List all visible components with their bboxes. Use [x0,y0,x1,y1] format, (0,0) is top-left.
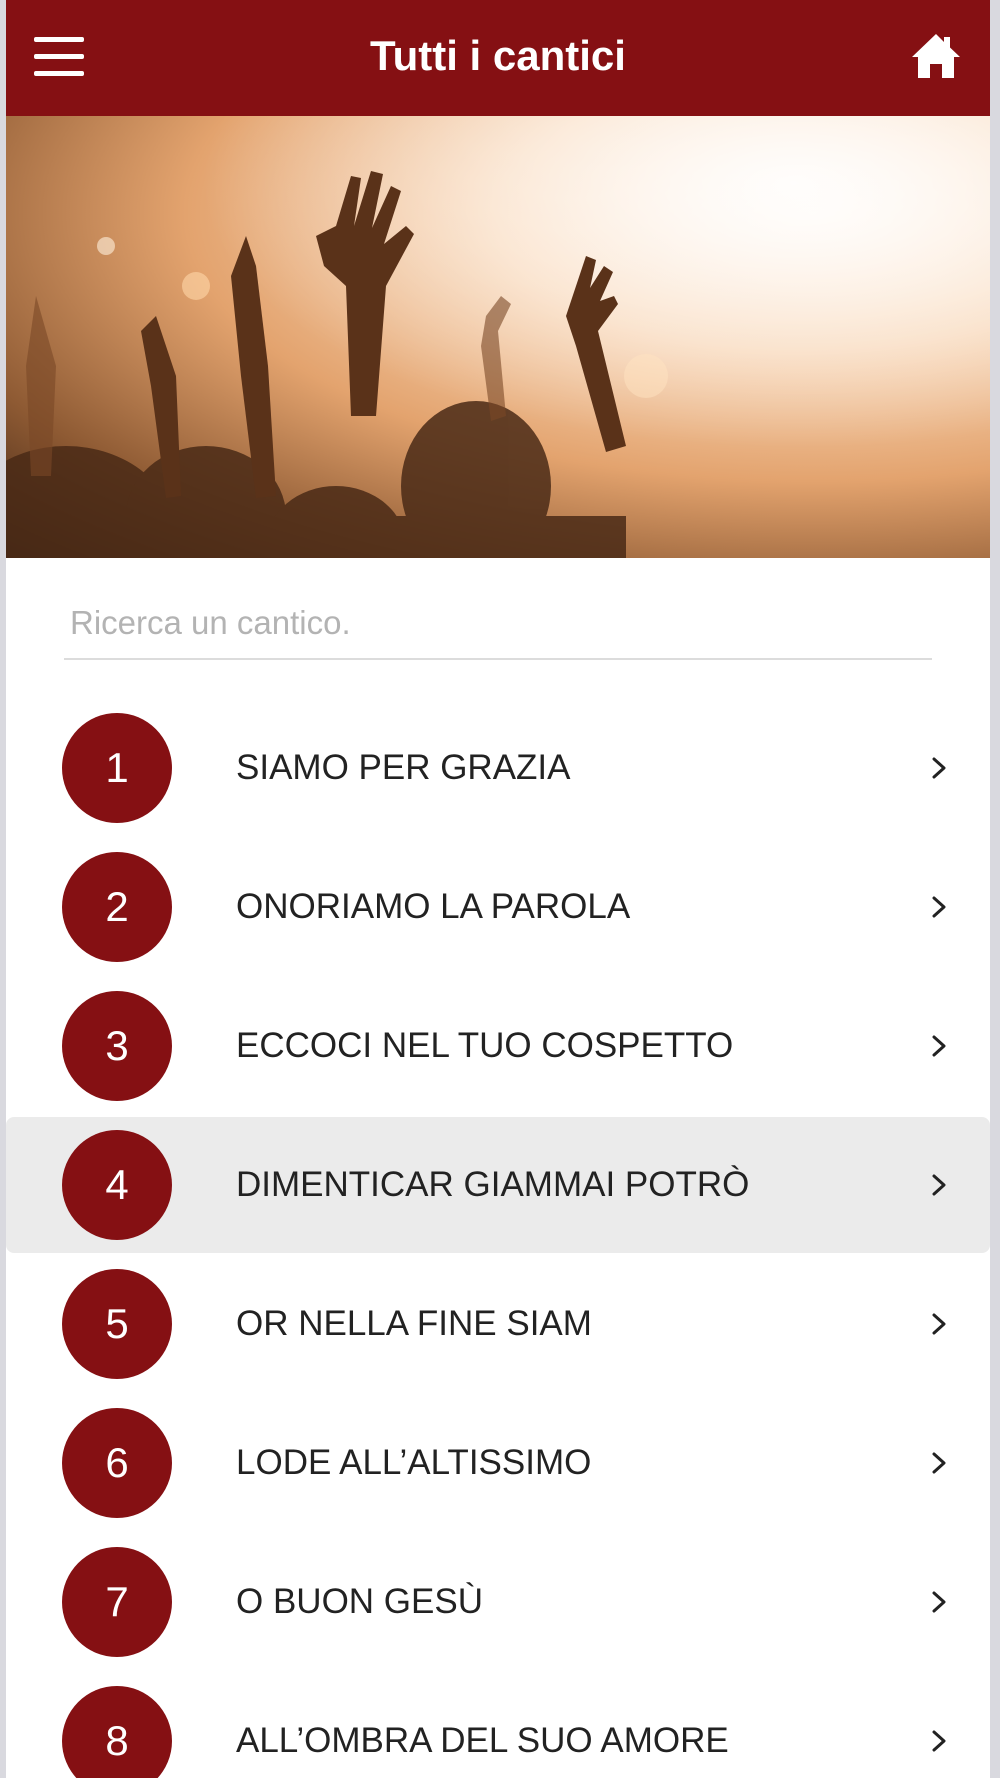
song-number-badge: 4 [62,1130,172,1240]
search-input[interactable] [64,592,932,654]
list-item[interactable]: 5 OR NELLA FINE SIAM [6,1256,990,1392]
chevron-right-icon [932,1730,946,1752]
chevron-right-icon [932,1313,946,1335]
chevron-right-icon [932,1452,946,1474]
song-number-badge: 5 [62,1269,172,1379]
list-item[interactable]: 1 SIAMO PER GRAZIA [6,700,990,836]
song-title: SIAMO PER GRAZIA [236,748,571,787]
song-number-badge: 1 [62,713,172,823]
chevron-right-icon [932,757,946,779]
list-item[interactable]: 3 ECCOCI NEL TUO COSPETTO [6,978,990,1114]
top-navigation-bar: Tutti i cantici [6,0,990,116]
song-title: O BUON GESÙ [236,1582,483,1621]
chevron-right-icon [932,1174,946,1196]
list-item[interactable]: 7 O BUON GESÙ [6,1534,990,1670]
song-title: ALL’OMBRA DEL SUO AMORE [236,1721,729,1760]
song-number-badge: 6 [62,1408,172,1518]
song-number-badge: 3 [62,991,172,1101]
chevron-right-icon [932,1591,946,1613]
song-number-badge: 2 [62,852,172,962]
list-item[interactable]: 8 ALL’OMBRA DEL SUO AMORE [6,1673,990,1778]
hero-image [6,116,990,558]
song-title: LODE ALL’ALTISSIMO [236,1443,592,1482]
song-title: ONORIAMO LA PAROLA [236,887,631,926]
list-item-selected[interactable]: 4 DIMENTICAR GIAMMAI POTRÒ [6,1117,990,1253]
song-number-badge: 7 [62,1547,172,1657]
song-title: OR NELLA FINE SIAM [236,1304,592,1343]
song-number-badge: 8 [62,1686,172,1778]
hamburger-menu-icon[interactable] [30,35,86,79]
list-item[interactable]: 6 LODE ALL’ALTISSIMO [6,1395,990,1531]
home-icon[interactable] [910,30,962,82]
page-title: Tutti i cantici [370,32,626,79]
song-title: ECCOCI NEL TUO COSPETTO [236,1026,734,1065]
chevron-right-icon [932,896,946,918]
worship-hands-illustration [6,116,990,558]
list-item[interactable]: 2 ONORIAMO LA PAROLA [6,839,990,975]
song-title: DIMENTICAR GIAMMAI POTRÒ [236,1165,750,1204]
chevron-right-icon [932,1035,946,1057]
app-screen: Tutti i cantici Ricerca un cantico. 1 SI… [6,0,990,1778]
search-field-container [64,592,932,660]
